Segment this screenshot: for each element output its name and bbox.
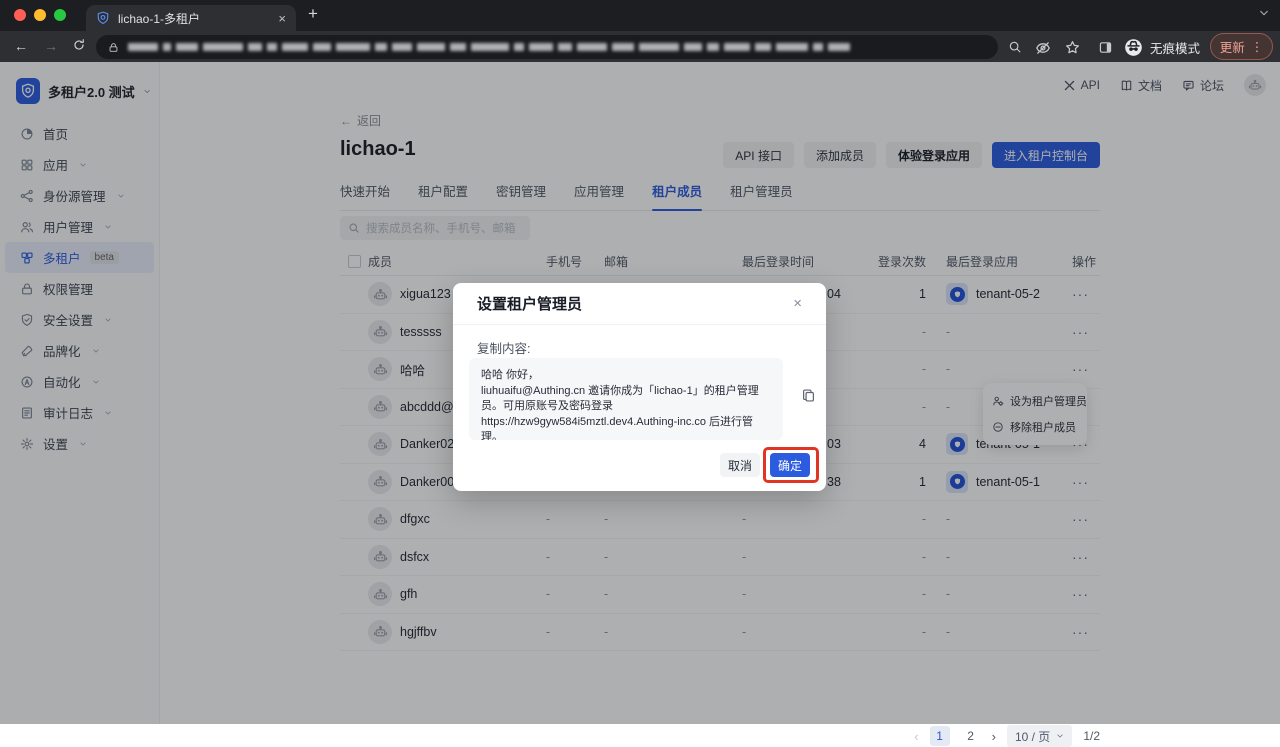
window-controls	[14, 9, 66, 21]
side-panel-icon[interactable]	[1098, 40, 1113, 55]
incognito-icon	[1124, 38, 1143, 57]
invite-message-box: 哈哈 你好， liuhuaifu@Authing.cn 邀请你成为「lichao…	[469, 358, 783, 440]
address-bar[interactable]	[96, 35, 998, 59]
incognito-badge: 无痕模式	[1124, 34, 1200, 60]
pagination-next[interactable]: ›	[992, 729, 996, 744]
cancel-button[interactable]: 取消	[720, 453, 760, 477]
new-tab-button[interactable]: +	[308, 4, 318, 24]
update-label: 更新	[1220, 37, 1245, 56]
window-zoom-button[interactable]	[54, 9, 66, 21]
page-size-select[interactable]: 10 / 页	[1007, 725, 1072, 747]
pagination-summary: 1/2	[1083, 729, 1100, 743]
toolbar-search-icon[interactable]	[1008, 40, 1022, 54]
back-nav-icon[interactable]: ←	[14, 38, 28, 54]
browser-tab[interactable]: lichao-1-多租户 ×	[86, 5, 296, 31]
window-close-button[interactable]	[14, 9, 26, 21]
browser-toolbar: ← → 无痕模式 更新 ⋮	[0, 31, 1280, 62]
browser-chrome: lichao-1-多租户 × + ← → 无痕模式 更新 ⋮	[0, 0, 1280, 62]
copy-content-label: 复制内容:	[477, 338, 530, 357]
copy-icon[interactable]	[801, 388, 816, 403]
modal-footer: 取消 确定	[720, 453, 810, 477]
modal-header: 设置租户管理员 ×	[453, 283, 826, 325]
pagination-page-1[interactable]: 1	[930, 726, 950, 746]
tab-close-icon[interactable]: ×	[278, 12, 286, 25]
window-minimize-button[interactable]	[34, 9, 46, 21]
set-tenant-admin-modal: 设置租户管理员 × 复制内容: 哈哈 你好， liuhuaifu@Authing…	[453, 283, 826, 491]
update-button[interactable]: 更新 ⋮	[1210, 33, 1273, 60]
reload-icon[interactable]	[72, 38, 86, 52]
pagination-page-2[interactable]: 2	[961, 726, 981, 746]
incognito-label: 无痕模式	[1150, 38, 1200, 57]
browser-menu-dots-icon[interactable]: ⋮	[1251, 39, 1264, 54]
page-size-value: 10 / 页	[1015, 728, 1050, 745]
url-redacted-text	[128, 43, 850, 51]
eye-off-icon[interactable]	[1035, 40, 1051, 56]
tab-search-chevron-icon[interactable]	[1258, 7, 1270, 19]
lock-icon	[108, 42, 119, 53]
tab-title: lichao-1-多租户	[118, 10, 270, 27]
tab-favicon-shield-icon	[96, 11, 110, 25]
pagination-prev[interactable]: ‹	[914, 729, 918, 744]
chevron-down-icon	[1056, 732, 1064, 740]
confirm-button[interactable]: 确定	[770, 453, 810, 477]
bookmark-star-icon[interactable]	[1065, 40, 1080, 55]
forward-nav-icon[interactable]: →	[44, 38, 58, 54]
pagination: ‹ 12 › 10 / 页 1/2	[340, 725, 1100, 747]
close-icon[interactable]: ×	[793, 296, 802, 311]
modal-title: 设置租户管理员	[477, 293, 582, 314]
tab-strip: lichao-1-多租户 × +	[0, 0, 1280, 31]
